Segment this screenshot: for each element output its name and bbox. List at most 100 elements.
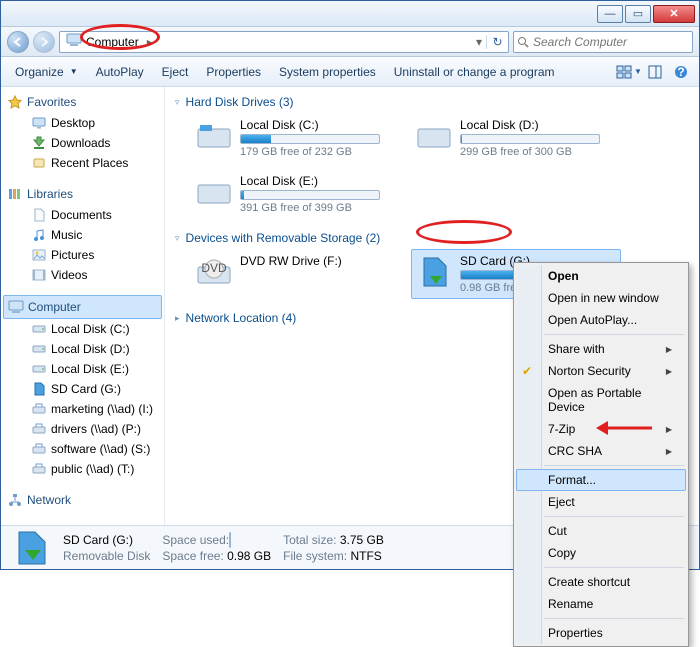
help-button[interactable]: ? xyxy=(669,61,693,83)
properties-button[interactable]: Properties xyxy=(198,61,269,83)
sidebar-item-music[interactable]: Music xyxy=(3,225,162,245)
context-menu: Open Open in new window Open AutoPlay...… xyxy=(513,262,689,647)
network-drive-icon xyxy=(31,441,47,457)
star-icon xyxy=(7,94,23,110)
svg-text:DVD: DVD xyxy=(201,261,227,275)
search-icon xyxy=(514,36,531,48)
drive-icon xyxy=(31,321,47,337)
network-header[interactable]: Network xyxy=(3,489,162,511)
hdd-icon xyxy=(196,174,232,210)
selected-type: Removable Disk xyxy=(63,549,150,563)
ctx-copy[interactable]: Copy xyxy=(516,542,686,564)
network-drive-icon xyxy=(31,401,47,417)
preview-pane-button[interactable] xyxy=(643,61,667,83)
drive-local-e[interactable]: Local Disk (E:)391 GB free of 399 GB xyxy=(191,169,401,219)
sdcard-icon xyxy=(31,381,47,397)
sidebar-item-documents[interactable]: Documents xyxy=(3,205,162,225)
selected-name: SD Card (G:) xyxy=(63,533,150,547)
sidebar-item-videos[interactable]: Videos xyxy=(3,265,162,285)
ctx-open-autoplay[interactable]: Open AutoPlay... xyxy=(516,309,686,331)
ctx-7zip[interactable]: 7-Zip▶ xyxy=(516,418,686,440)
sidebar-item-local-c[interactable]: Local Disk (C:) xyxy=(3,319,162,339)
collapse-icon: ▿ xyxy=(175,97,180,108)
sidebar-item-recent[interactable]: Recent Places xyxy=(3,153,162,173)
search-box[interactable] xyxy=(513,31,693,53)
libraries-header[interactable]: Libraries xyxy=(3,183,162,205)
ctx-crc-sha[interactable]: CRC SHA▶ xyxy=(516,440,686,462)
group-hdd-header[interactable]: ▿Hard Disk Drives (3) xyxy=(173,91,691,113)
ctx-share-with[interactable]: Share with▶ xyxy=(516,338,686,360)
ctx-properties[interactable]: Properties xyxy=(516,622,686,644)
network-drive-icon xyxy=(31,421,47,437)
address-segment: Computer xyxy=(86,35,139,49)
expand-icon: ▸ xyxy=(175,313,180,324)
sidebar-item-net-public[interactable]: public (\\ad) (T:) xyxy=(3,459,162,479)
ctx-rename[interactable]: Rename xyxy=(516,593,686,615)
ctx-norton[interactable]: ✔Norton Security▶ xyxy=(516,360,686,382)
network-drive-icon xyxy=(31,461,47,477)
sidebar-item-net-marketing[interactable]: marketing (\\ad) (I:) xyxy=(3,399,162,419)
ctx-eject[interactable]: Eject xyxy=(516,491,686,513)
uninstall-button[interactable]: Uninstall or change a program xyxy=(386,61,563,83)
group-removable-header[interactable]: ▿Devices with Removable Storage (2) xyxy=(173,227,691,249)
network-icon xyxy=(7,492,23,508)
ctx-create-shortcut[interactable]: Create shortcut xyxy=(516,571,686,593)
computer-icon xyxy=(8,299,24,315)
back-button[interactable] xyxy=(7,31,29,53)
chevron-right-icon: ▶ xyxy=(666,425,672,434)
refresh-button[interactable]: ↻ xyxy=(486,35,508,49)
drive-local-d[interactable]: Local Disk (D:)299 GB free of 300 GB xyxy=(411,113,621,163)
maximize-button[interactable]: ▭ xyxy=(625,5,651,23)
hdd-icon xyxy=(196,118,232,154)
desktop-icon xyxy=(31,115,47,131)
drive-icon xyxy=(31,341,47,357)
chevron-right-icon: ▶ xyxy=(666,447,672,456)
downloads-icon xyxy=(31,135,47,151)
svg-text:?: ? xyxy=(677,65,684,79)
eject-button[interactable]: Eject xyxy=(154,61,197,83)
chevron-right-icon: ▸ xyxy=(143,35,157,49)
ctx-format[interactable]: Format... xyxy=(516,469,686,491)
sidebar-item-net-software[interactable]: software (\\ad) (S:) xyxy=(3,439,162,459)
sdcard-icon xyxy=(11,530,51,566)
sidebar-item-downloads[interactable]: Downloads xyxy=(3,133,162,153)
search-input[interactable] xyxy=(531,34,692,50)
command-bar: Organize▼ AutoPlay Eject Properties Syst… xyxy=(1,57,699,87)
pictures-icon xyxy=(31,247,47,263)
dvd-icon: DVD xyxy=(196,254,232,290)
organize-button[interactable]: Organize▼ xyxy=(7,61,86,83)
system-properties-button[interactable]: System properties xyxy=(271,61,384,83)
ctx-open-new-window[interactable]: Open in new window xyxy=(516,287,686,309)
favorites-header[interactable]: Favorites xyxy=(3,91,162,113)
view-button[interactable]: ▼ xyxy=(617,61,641,83)
address-field[interactable]: Computer ▸ ▾ ↻ xyxy=(59,31,509,53)
drive-icon xyxy=(31,361,47,377)
sdcard-icon xyxy=(416,254,452,290)
sidebar-item-net-drivers[interactable]: drivers (\\ad) (P:) xyxy=(3,419,162,439)
ctx-cut[interactable]: Cut xyxy=(516,520,686,542)
sidebar-item-pictures[interactable]: Pictures xyxy=(3,245,162,265)
sidebar-item-sdcard[interactable]: SD Card (G:) xyxy=(3,379,162,399)
ctx-open[interactable]: Open xyxy=(516,265,686,287)
ctx-portable[interactable]: Open as Portable Device xyxy=(516,382,686,418)
chevron-right-icon: ▶ xyxy=(666,367,672,376)
chevron-right-icon: ▶ xyxy=(666,345,672,354)
recent-icon xyxy=(31,155,47,171)
drive-dvd[interactable]: DVD DVD RW Drive (F:) xyxy=(191,249,401,299)
shield-icon: ✔ xyxy=(522,364,532,378)
sidebar-item-local-d[interactable]: Local Disk (D:) xyxy=(3,339,162,359)
videos-icon xyxy=(31,267,47,283)
close-button[interactable]: ✕ xyxy=(653,5,695,23)
libraries-icon xyxy=(7,186,23,202)
hdd-icon xyxy=(416,118,452,154)
sidebar-item-desktop[interactable]: Desktop xyxy=(3,113,162,133)
autoplay-button[interactable]: AutoPlay xyxy=(88,61,152,83)
dropdown-icon[interactable]: ▾ xyxy=(472,35,486,49)
navigation-pane: Favorites Desktop Downloads Recent Place… xyxy=(1,87,165,525)
minimize-button[interactable]: — xyxy=(597,5,623,23)
drive-local-c[interactable]: Local Disk (C:)179 GB free of 232 GB xyxy=(191,113,401,163)
sidebar-item-local-e[interactable]: Local Disk (E:) xyxy=(3,359,162,379)
group-hdd: ▿Hard Disk Drives (3) Local Disk (C:)179… xyxy=(173,91,691,219)
forward-button[interactable] xyxy=(33,31,55,53)
computer-header[interactable]: Computer xyxy=(3,295,162,319)
